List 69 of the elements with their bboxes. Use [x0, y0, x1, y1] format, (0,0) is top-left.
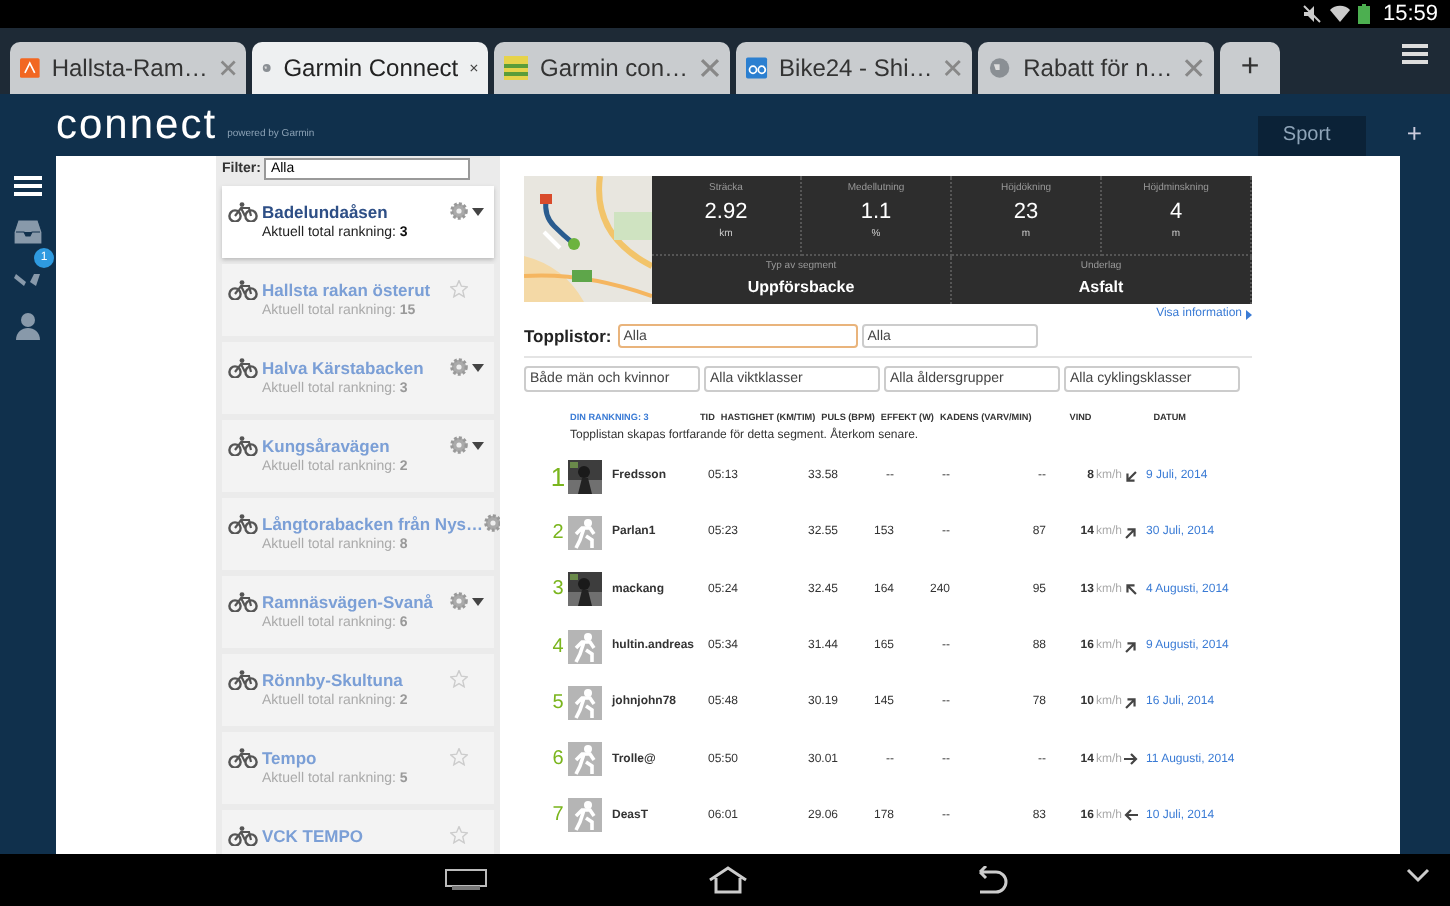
logo: connect [56, 101, 218, 149]
caret-icon[interactable] [472, 207, 484, 215]
new-tab-button[interactable]: + [1220, 42, 1280, 94]
rank-number: 5 [550, 691, 566, 714]
bike-icon [227, 201, 257, 221]
globe-icon [988, 56, 1012, 80]
wifi-icon [1330, 4, 1351, 24]
menu-icon[interactable] [1402, 42, 1430, 70]
mute-icon [1302, 4, 1323, 24]
bike-icon [227, 747, 257, 767]
browser-tab[interactable]: Garmin con… [494, 42, 730, 94]
star-icon[interactable] [450, 670, 468, 688]
wind-arrow-icon [1124, 525, 1138, 540]
avatar-icon [568, 685, 602, 720]
bike-icon [227, 435, 257, 455]
wind-arrow-icon [1124, 469, 1138, 484]
bike-icon [227, 513, 257, 533]
stat-value: 2.92 [704, 200, 748, 224]
caret-icon[interactable] [472, 597, 484, 605]
avatar-icon [568, 629, 602, 664]
site-icon [20, 56, 40, 80]
avatar-icon [568, 515, 602, 550]
bike-icon [227, 825, 257, 845]
rank-number: 2 [550, 521, 566, 544]
person-icon[interactable] [16, 312, 40, 340]
caret-icon[interactable] [472, 441, 484, 449]
wind-arrow-icon [1124, 808, 1138, 823]
rank-number: 6 [550, 748, 566, 771]
avatar-icon [568, 742, 602, 777]
battery-icon [1358, 4, 1371, 24]
sport-button[interactable]: Sport [1258, 115, 1367, 155]
triangle-icon [1246, 309, 1252, 319]
site-icon [504, 56, 528, 80]
bike-icon [227, 279, 257, 299]
star-icon[interactable] [450, 748, 468, 766]
rank-number: 1 [548, 461, 568, 492]
wind-arrow-icon [1124, 695, 1138, 710]
wind-arrow-icon [1124, 582, 1138, 597]
bike-icon [227, 669, 257, 689]
caret-icon[interactable] [1406, 868, 1430, 884]
rank-number: 7 [550, 804, 566, 827]
bike-icon [227, 591, 257, 611]
detail-value: Uppförsbacke [747, 278, 855, 296]
browser-tab[interactable]: Hallsta-Ram… [10, 42, 246, 94]
site-icon [746, 56, 768, 80]
star-icon[interactable] [450, 280, 468, 298]
add-button[interactable]: + [1394, 116, 1434, 150]
recent-apps-icon[interactable] [443, 868, 487, 892]
menu-icon[interactable] [14, 174, 42, 198]
stat-value: 1.1 [860, 200, 892, 224]
star-icon[interactable] [450, 826, 468, 844]
rank-number: 3 [550, 578, 566, 601]
clock-time: 15:59 [1382, 2, 1438, 26]
browser-tab[interactable]: Rabatt för n… [978, 42, 1214, 94]
avatar-icon [568, 798, 602, 833]
toplist-label: Topplistor: [524, 326, 612, 346]
home-icon[interactable] [707, 866, 747, 894]
wind-arrow-icon [1124, 752, 1138, 767]
caret-icon[interactable] [472, 363, 484, 371]
rank-number: 4 [550, 635, 566, 658]
stat-value: 23 [1013, 200, 1039, 224]
browser-tab[interactable]: Garmin Connect [252, 42, 488, 94]
bike-icon [227, 357, 257, 377]
wind-arrow-icon [1124, 639, 1138, 654]
gear-icon[interactable] [483, 514, 500, 532]
detail-value: Asfalt [1078, 278, 1124, 296]
stat-value: 4 [1169, 200, 1183, 224]
browser-tab[interactable]: Bike24 - Shi… [736, 42, 972, 94]
inbox-icon[interactable] [14, 220, 42, 244]
